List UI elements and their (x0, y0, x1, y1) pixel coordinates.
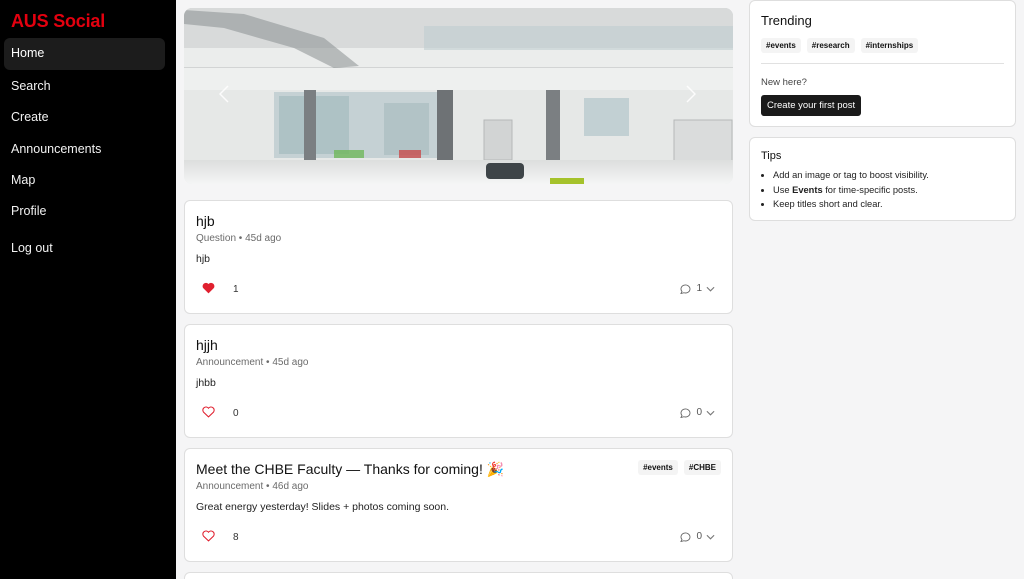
trending-panel: Trending #events #research #internships … (749, 0, 1016, 127)
like-count: 1 (233, 284, 239, 295)
comment-count: 0 (696, 531, 702, 542)
chevron-down-icon (706, 286, 715, 292)
carousel-next-button[interactable] (679, 80, 703, 108)
tag-chip[interactable]: #CHBE (683, 460, 721, 475)
nav-item-create[interactable]: Create (11, 110, 49, 124)
comment-count: 1 (696, 283, 702, 294)
tips-list: Add an image or tag to boost visibility.… (773, 168, 929, 212)
like-button[interactable] (202, 530, 215, 542)
divider (761, 63, 1004, 64)
create-first-post-button[interactable]: Create your first post (761, 95, 862, 116)
trending-title: Trending (761, 13, 812, 28)
comment-bubble-icon (680, 284, 691, 294)
comment-bubble-icon (680, 532, 691, 542)
heart-icon (202, 530, 215, 542)
heart-icon (202, 282, 215, 294)
tag-chip[interactable]: #research (806, 38, 855, 53)
post-card[interactable] (184, 572, 733, 579)
post-meta: Announcement • 46d ago (196, 481, 309, 492)
tip-item: Keep titles short and clear. (773, 197, 929, 212)
post-tags: #events #CHBE (638, 460, 721, 475)
app-logo[interactable]: AUS Social (11, 11, 105, 32)
nav-item-search[interactable]: Search (11, 79, 51, 93)
post-title[interactable]: hjb (196, 213, 215, 229)
campus-atrium-photo (184, 8, 733, 184)
tip-item: Add an image or tag to boost visibility. (773, 168, 929, 183)
tag-chip[interactable]: #events (638, 460, 678, 475)
tip-item: Use Events for time-specific posts. (773, 183, 929, 198)
tips-title: Tips (761, 150, 782, 162)
post-card[interactable]: hjb Question • 45d ago hjb 1 1 (184, 200, 733, 314)
tag-chip[interactable]: #events (761, 38, 801, 53)
comments-toggle[interactable]: 0 (680, 531, 715, 542)
post-card[interactable]: Meet the CHBE Faculty — Thanks for comin… (184, 448, 733, 562)
chevron-down-icon (706, 534, 715, 540)
hero-carousel[interactable] (184, 8, 733, 184)
sidebar: AUS Social Home Search Create Announceme… (0, 0, 176, 579)
nav-item-logout[interactable]: Log out (11, 241, 53, 255)
nav-label-home: Home (11, 46, 45, 60)
new-here-text: New here? (761, 77, 807, 88)
like-count: 8 (233, 532, 239, 543)
comments-toggle[interactable]: 0 (680, 407, 715, 418)
nav-item-profile[interactable]: Profile (11, 204, 46, 218)
tip-emphasis: Events (792, 184, 823, 195)
chevron-left-icon (219, 85, 229, 103)
post-card[interactable]: hjjh Announcement • 45d ago jhbb 0 0 (184, 324, 733, 438)
comment-count: 0 (696, 407, 702, 418)
comments-toggle[interactable]: 1 (680, 283, 715, 294)
post-title[interactable]: Meet the CHBE Faculty — Thanks for comin… (196, 461, 504, 478)
post-meta: Announcement • 45d ago (196, 357, 309, 368)
tip-text: Use (773, 184, 793, 195)
comment-bubble-icon (680, 408, 691, 418)
like-button[interactable] (202, 282, 215, 294)
like-count: 0 (233, 408, 239, 419)
chevron-down-icon (706, 410, 715, 416)
nav-item-home[interactable]: Home (4, 38, 165, 70)
tag-chip[interactable]: #internships (860, 38, 919, 53)
tips-panel: Tips Add an image or tag to boost visibi… (749, 137, 1016, 221)
nav-item-map[interactable]: Map (11, 173, 35, 187)
tip-text: for time-specific posts. (822, 184, 918, 195)
post-body: Great energy yesterday! Slides + photos … (196, 501, 450, 513)
carousel-prev-button[interactable] (212, 80, 236, 108)
post-meta: Question • 45d ago (196, 233, 282, 244)
chevron-right-icon (686, 85, 696, 103)
post-title[interactable]: hjjh (196, 337, 218, 353)
trending-tags: #events #research #internships (761, 38, 919, 53)
nav-item-announcements[interactable]: Announcements (11, 142, 101, 156)
heart-icon (202, 406, 215, 418)
post-body: hjb (196, 253, 211, 265)
post-body: jhbb (196, 377, 216, 389)
like-button[interactable] (202, 406, 215, 418)
